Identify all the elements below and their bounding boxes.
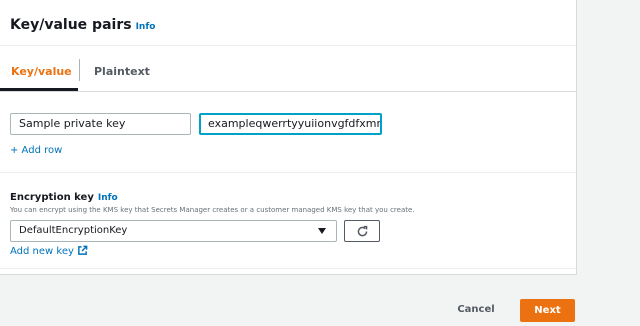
- panel-header: Key/value pairs Info: [0, 0, 576, 46]
- tab-bar: Key/value Plaintext: [0, 46, 576, 92]
- caret-down-icon: [318, 228, 326, 234]
- secret-value-panel: Key/value pairs Info Key/value Plaintext …: [0, 0, 577, 275]
- encryption-key-selected: DefaultEncryptionKey: [19, 225, 128, 236]
- secret-key-input[interactable]: Sample private key: [10, 113, 191, 135]
- encryption-key-label-text: Encryption key: [10, 192, 94, 203]
- panel-title-text: Key/value pairs: [10, 17, 132, 33]
- title-info-link[interactable]: Info: [136, 22, 156, 32]
- add-row-link[interactable]: + Add row: [10, 145, 62, 156]
- panel-title: Key/value pairs Info: [10, 17, 155, 33]
- encryption-key-label: Encryption key Info: [10, 192, 118, 203]
- secret-value-input[interactable]: exampleqwerrtyyuiionvgfdfxmmn: [199, 113, 382, 135]
- tab-key-value[interactable]: Key/value: [11, 65, 72, 78]
- refresh-button[interactable]: [344, 220, 380, 242]
- refresh-icon: [357, 225, 368, 237]
- add-new-key-label: Add new key: [10, 246, 74, 257]
- cancel-button[interactable]: Cancel: [452, 300, 500, 320]
- tab-plaintext[interactable]: Plaintext: [94, 65, 150, 78]
- section-divider-bottom: [0, 268, 576, 269]
- encryption-info-link[interactable]: Info: [98, 193, 118, 203]
- encryption-key-description: You can encrypt using the KMS key that S…: [10, 206, 415, 214]
- section-divider: [0, 172, 576, 173]
- next-button[interactable]: Next: [520, 299, 575, 322]
- add-new-key-link[interactable]: Add new key: [10, 245, 88, 257]
- external-link-icon: [78, 245, 88, 255]
- encryption-key-select[interactable]: DefaultEncryptionKey: [10, 220, 337, 242]
- active-tab-indicator: [0, 88, 78, 91]
- tab-divider: [79, 59, 80, 81]
